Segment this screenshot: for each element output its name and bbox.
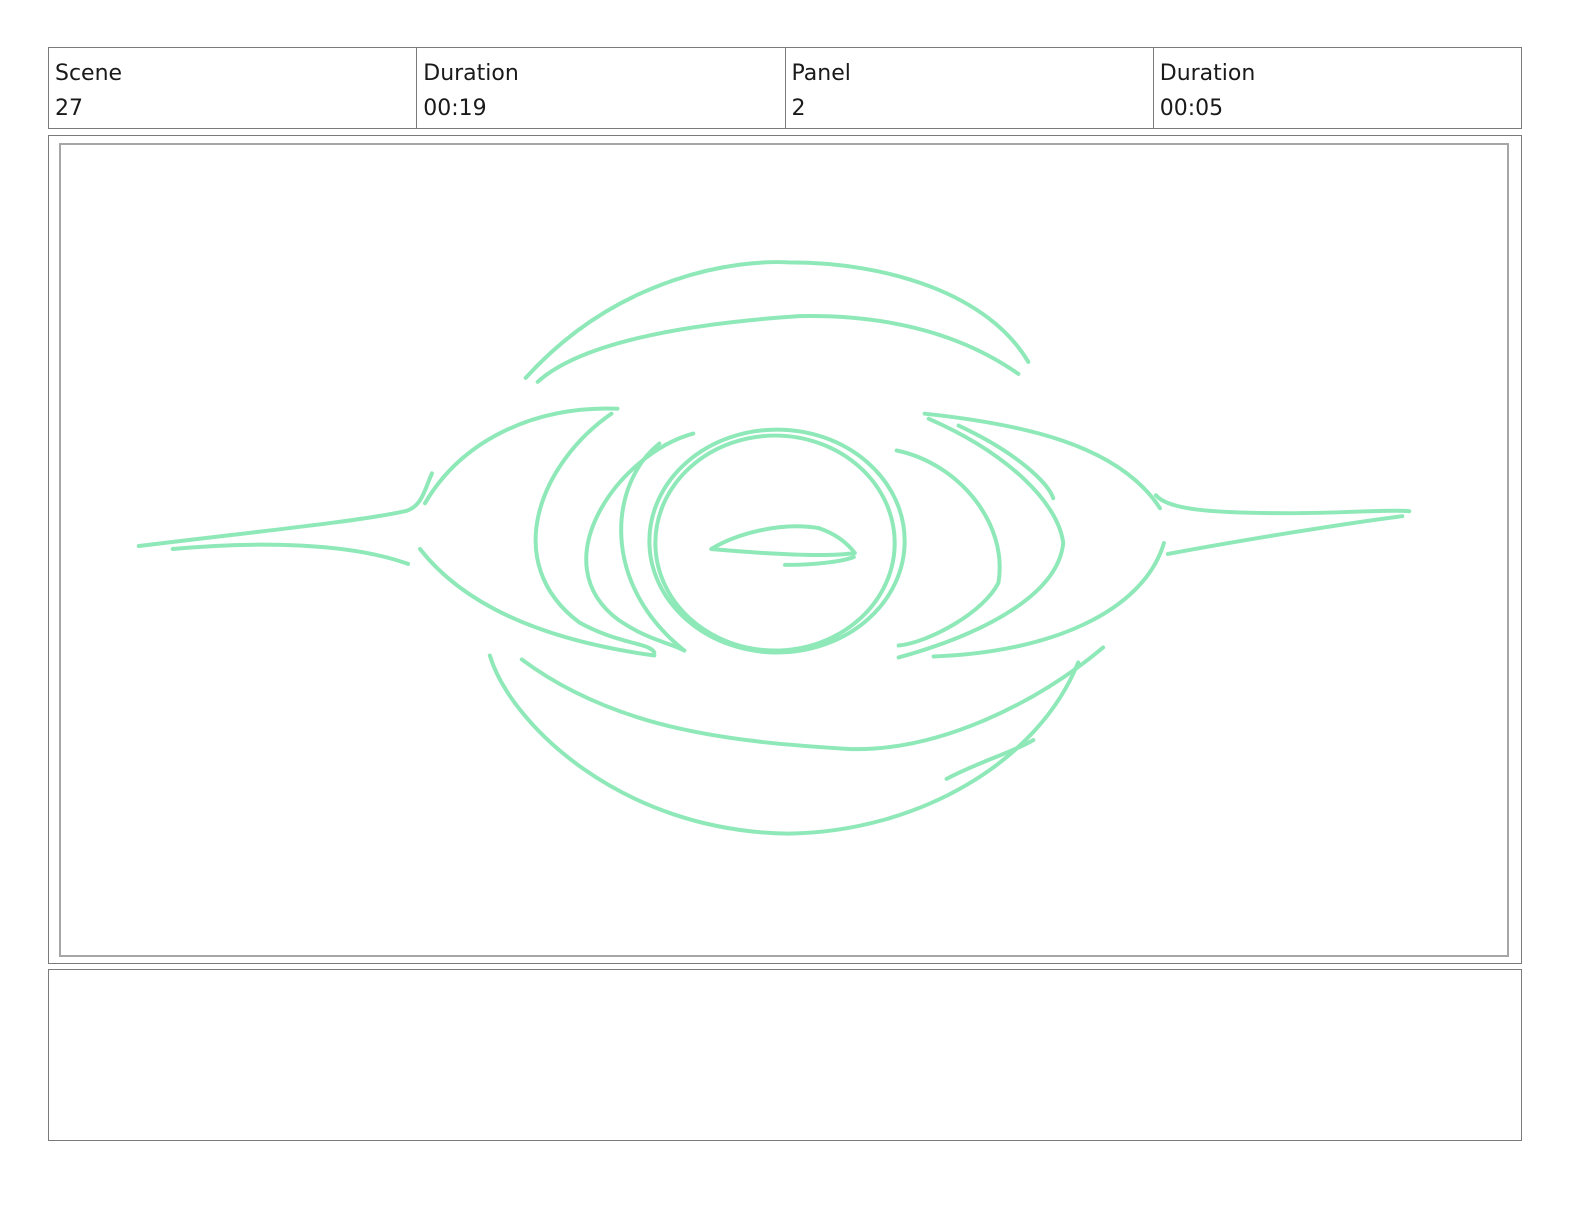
left-spike-lower bbox=[170, 542, 411, 566]
left-arc-1 bbox=[533, 411, 657, 655]
panel-drawing-area[interactable] bbox=[59, 143, 1509, 957]
panel-number: 2 bbox=[791, 96, 806, 121]
panel-notes-box[interactable] bbox=[48, 969, 1522, 1141]
storyboard-header: Scene 27 Duration 00:19 Panel 2 Duration… bbox=[48, 47, 1522, 129]
scene-cell: Scene 27 bbox=[49, 48, 418, 128]
right-arc-1 bbox=[894, 448, 1002, 648]
panel-cell: Panel 2 bbox=[786, 48, 1154, 128]
lower-hatch-stroke bbox=[944, 738, 1036, 781]
scene-duration-cell: Duration 00:19 bbox=[417, 48, 786, 128]
upper-outer-arc bbox=[523, 260, 1031, 380]
left-spike-upper bbox=[136, 471, 434, 549]
panel-duration-cell: Duration 00:05 bbox=[1154, 48, 1521, 128]
scene-label: Scene bbox=[55, 61, 123, 86]
lower-inner-arc bbox=[519, 645, 1106, 752]
pupil-slit bbox=[709, 524, 857, 558]
panel-duration-label: Duration bbox=[1159, 61, 1256, 86]
pupil-slit-lower bbox=[783, 554, 856, 567]
storyboard-panel-frame bbox=[48, 135, 1522, 964]
upper-inner-arc bbox=[535, 314, 1021, 384]
outer-eye-upper-left bbox=[422, 406, 620, 506]
scene-duration-value: 00:19 bbox=[423, 96, 487, 121]
iris-outline-2 bbox=[653, 433, 897, 653]
scene-number: 27 bbox=[55, 96, 83, 121]
right-spike-lower bbox=[1165, 514, 1405, 556]
eye-sketch-drawing bbox=[136, 260, 1412, 836]
right-arc-2 bbox=[896, 416, 1066, 660]
scene-duration-label: Duration bbox=[423, 61, 519, 86]
right-spike-upper bbox=[1153, 493, 1412, 516]
panel-duration-value: 00:05 bbox=[1159, 96, 1224, 121]
outer-eye-lower-right bbox=[931, 541, 1166, 659]
panel-label: Panel bbox=[791, 61, 851, 86]
